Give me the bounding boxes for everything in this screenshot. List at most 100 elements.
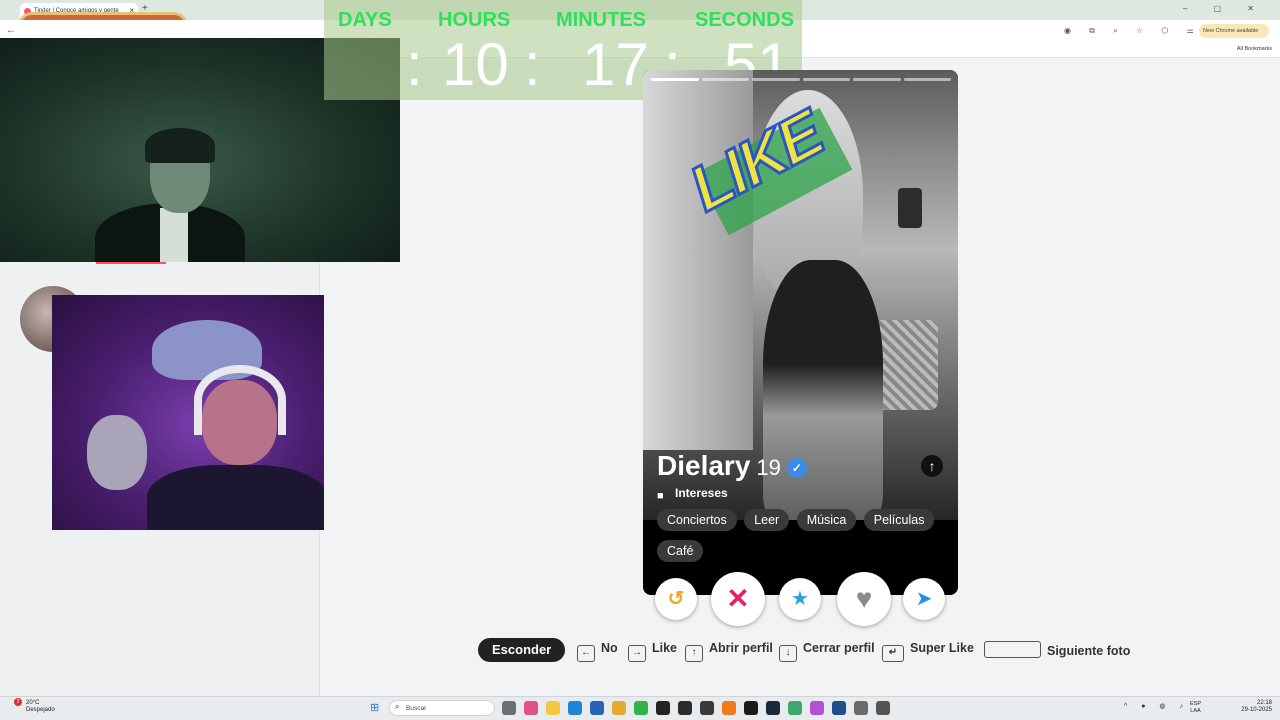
space-key-icon [984, 641, 1041, 658]
app-blue-icon[interactable] [832, 701, 846, 715]
timer-minutes-value: 17 [582, 31, 649, 98]
rewind-icon: ↺ [667, 588, 685, 610]
interest-chip: Conciertos [657, 509, 737, 531]
shortcut-label: No [601, 641, 618, 655]
spotify-icon[interactable] [634, 701, 648, 715]
close-icon: ✕ [726, 583, 750, 614]
interest-chip: Leer [744, 509, 790, 531]
taskbar-search[interactable]: Buscar [389, 700, 495, 716]
action-buttons: ↺ ✕ ★ ♥ ➤ [655, 572, 945, 626]
timer-hours-value: 10 [442, 31, 509, 98]
shortcut-label: Siguiente foto [1047, 644, 1131, 658]
weather-widget[interactable]: 20°C Despejado [26, 700, 55, 714]
weather-temp: 20°C [26, 700, 40, 706]
timer-label-hours: HOURS [438, 9, 511, 31]
like-button[interactable]: ♥ [837, 572, 891, 626]
keyboard-shortcuts-bar: Esconder ← No → Like ↑ Abrir perfil ↓ Cerrar… [478, 638, 1158, 662]
app-dark-icon[interactable] [744, 701, 758, 715]
language-indicator[interactable]: ESP LAA [1190, 701, 1201, 715]
streamer-shirt [160, 208, 188, 262]
app-gray-icon[interactable] [854, 701, 868, 715]
all-bookmarks-link[interactable]: All Bookmarks [1237, 46, 1272, 52]
shortcut-super-like: ↵ Super Like [882, 641, 974, 662]
photo-progress-segment [903, 78, 951, 81]
shortcut-label: Cerrar perfil [803, 641, 875, 655]
interest-chip: Películas [863, 509, 935, 531]
headset-icon [194, 365, 286, 435]
rewind-button[interactable]: ↺ [655, 578, 697, 620]
clock-time: 22:18 [1256, 700, 1272, 706]
arrow-up-key-icon: ↑ [685, 645, 703, 662]
cmd-icon[interactable] [700, 701, 714, 715]
mask-prop [87, 415, 147, 490]
super-like-button[interactable]: ★ [779, 578, 821, 620]
weather-condition: Despejado [26, 707, 55, 713]
lang-code: ESP [1190, 701, 1202, 707]
photo-progress-segment [752, 78, 800, 81]
enter-key-icon: ↵ [882, 645, 904, 662]
photo-progress-segment [701, 78, 749, 81]
task-view-icon[interactable] [502, 701, 516, 715]
timer-separator: : [524, 31, 541, 98]
photo-progress-bars [651, 78, 951, 82]
interests-icon: ■ [657, 490, 664, 502]
lang-layout: LAA [1190, 708, 1201, 714]
taskbar-clock[interactable]: 22:18 29-10-2025 [1236, 700, 1272, 714]
profile-age: 19 [756, 455, 781, 480]
interest-chips: Conciertos Leer Música Películas Café [657, 509, 952, 571]
timer-separator: : [406, 31, 423, 98]
nope-button[interactable]: ✕ [711, 572, 765, 626]
window-controls[interactable]: – ▢ ✕ [1183, 4, 1266, 13]
interests-label: Intereses [675, 486, 728, 500]
steam-icon[interactable] [766, 701, 780, 715]
search-icon: ⌕ [395, 702, 400, 711]
shortcut-like: → Like [628, 641, 677, 662]
photo-phone [898, 188, 922, 228]
shortcut-label: Super Like [910, 641, 974, 655]
chrome-update-button[interactable]: New Chrome available [1199, 24, 1269, 38]
clock-date: 29-10-2025 [1241, 707, 1272, 713]
streamer-hair [145, 128, 215, 163]
hide-shortcuts-button[interactable]: Esconder [478, 638, 566, 662]
whatsapp-icon[interactable] [788, 701, 802, 715]
heart-icon: ♥ [855, 583, 873, 614]
shortcut-next-photo: Siguiente foto [984, 641, 1130, 658]
edge-icon[interactable] [568, 701, 582, 715]
open-profile-button[interactable]: ↑ [920, 454, 944, 478]
photo-progress-segment [853, 78, 901, 81]
photo-progress-segment [802, 78, 850, 81]
photo-progress-segment [651, 78, 699, 81]
timer-label-days: DAYS [338, 9, 392, 31]
app-orange-icon[interactable] [722, 701, 736, 715]
send-icon: ➤ [915, 588, 933, 610]
shortcut-label: Abrir perfil [709, 641, 773, 655]
shortcut-label: Like [652, 641, 678, 655]
terminal-icon[interactable] [678, 701, 692, 715]
verified-badge-icon: ✓ [786, 458, 807, 478]
file-explorer-icon[interactable] [546, 701, 560, 715]
interests-heading: ■ Intereses [657, 486, 728, 502]
interest-chip: Música [796, 509, 857, 531]
system-tray[interactable]: ^ ● ◍ ♪ [1124, 702, 1189, 710]
obs-icon[interactable] [656, 701, 670, 715]
profile-name: Dielary [657, 450, 751, 481]
app-purple-icon[interactable] [810, 701, 824, 715]
outlook-icon[interactable] [590, 701, 604, 715]
webcam-overlay-2 [52, 295, 324, 530]
weather-badge: 2 [14, 698, 22, 706]
windows-start-icon[interactable]: ⊞ [370, 702, 382, 714]
copilot-icon[interactable] [524, 701, 538, 715]
streamer2-body [147, 465, 324, 530]
extension-icons[interactable]: ◉ ⧉ ⌕ ☆ ⬡ ⚌ [1064, 26, 1202, 36]
shortcut-close-profile: ↓ Cerrar perfil [779, 641, 875, 662]
star-icon: ★ [791, 588, 809, 610]
back-button[interactable]: ← [6, 25, 16, 36]
timer-label-seconds: SECONDS [695, 9, 794, 31]
shortcut-no: ← No [577, 641, 618, 662]
arrow-down-key-icon: ↓ [779, 645, 797, 662]
taskbar-apps [502, 701, 890, 715]
boost-button[interactable]: ➤ [903, 578, 945, 620]
chrome-icon[interactable] [612, 701, 626, 715]
settings-icon[interactable] [876, 701, 890, 715]
timer-label-minutes: MINUTES [556, 9, 646, 31]
